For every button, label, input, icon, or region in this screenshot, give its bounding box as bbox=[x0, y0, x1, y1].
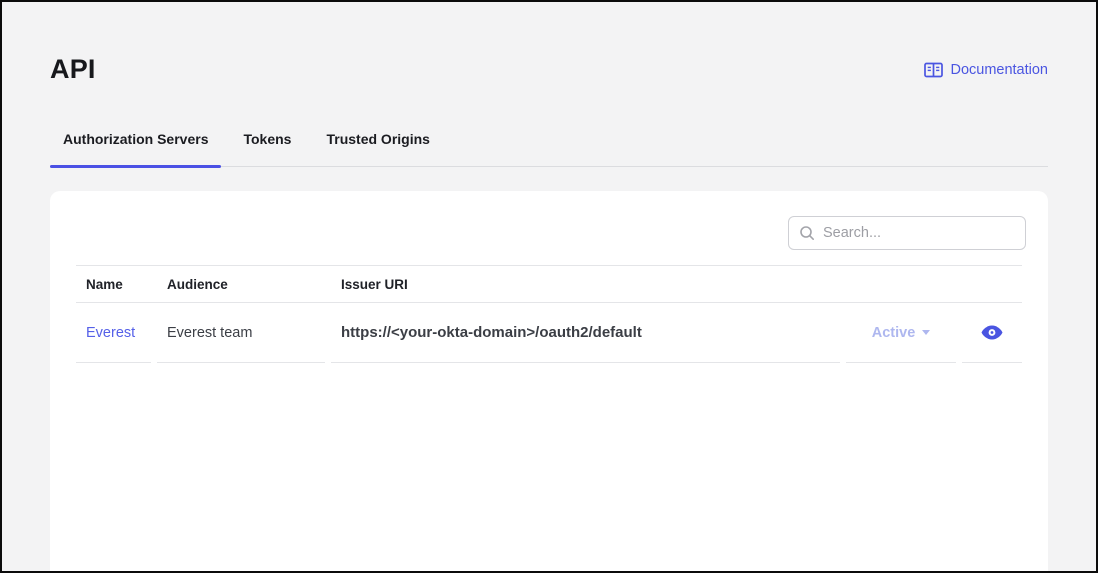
table-row: Everest Everest team https://<your-okta-… bbox=[76, 303, 1022, 363]
api-page: API Documentation Authorization Servers bbox=[2, 2, 1096, 571]
app-window: API Documentation Authorization Servers bbox=[0, 0, 1098, 573]
search-icon bbox=[799, 225, 815, 241]
search-input[interactable] bbox=[823, 225, 1015, 241]
authorization-servers-table: Name Audience Issuer URI Everest Everest… bbox=[76, 265, 1022, 363]
cell-status: Active bbox=[846, 303, 956, 363]
tab-authorization-servers[interactable]: Authorization Servers bbox=[50, 131, 221, 166]
documentation-link[interactable]: Documentation bbox=[924, 62, 1048, 78]
search-box bbox=[788, 216, 1026, 250]
tab-tokens[interactable]: Tokens bbox=[230, 131, 304, 166]
cell-actions bbox=[962, 303, 1022, 363]
page-header: API Documentation bbox=[50, 54, 1048, 85]
tab-bar: Authorization Servers Tokens Trusted Ori… bbox=[50, 131, 1048, 167]
documentation-link-label: Documentation bbox=[950, 62, 1048, 78]
cell-issuer-uri: https://<your-okta-domain>/oauth2/defaul… bbox=[331, 303, 840, 363]
table-header-row: Name Audience Issuer URI bbox=[76, 265, 1022, 303]
tab-trusted-origins[interactable]: Trusted Origins bbox=[313, 131, 442, 166]
caret-down-icon bbox=[922, 330, 930, 335]
server-name-link[interactable]: Everest bbox=[86, 325, 135, 341]
audience-value: Everest team bbox=[167, 325, 252, 341]
column-header-status bbox=[846, 266, 956, 302]
book-icon bbox=[924, 62, 943, 78]
column-header-issuer-uri: Issuer URI bbox=[331, 266, 840, 302]
cell-audience: Everest team bbox=[157, 303, 325, 363]
content-card: Name Audience Issuer URI Everest Everest… bbox=[50, 191, 1048, 571]
search-row bbox=[72, 216, 1026, 250]
column-header-audience: Audience bbox=[157, 266, 325, 302]
cell-name: Everest bbox=[76, 303, 151, 363]
preview-button[interactable] bbox=[981, 325, 1003, 340]
status-label: Active bbox=[872, 325, 916, 341]
column-header-actions bbox=[962, 266, 1022, 302]
page-title: API bbox=[50, 54, 96, 85]
issuer-uri-value: https://<your-okta-domain>/oauth2/defaul… bbox=[341, 324, 642, 341]
column-header-name: Name bbox=[76, 266, 151, 302]
eye-icon bbox=[981, 325, 1003, 340]
status-dropdown[interactable]: Active bbox=[872, 325, 931, 341]
